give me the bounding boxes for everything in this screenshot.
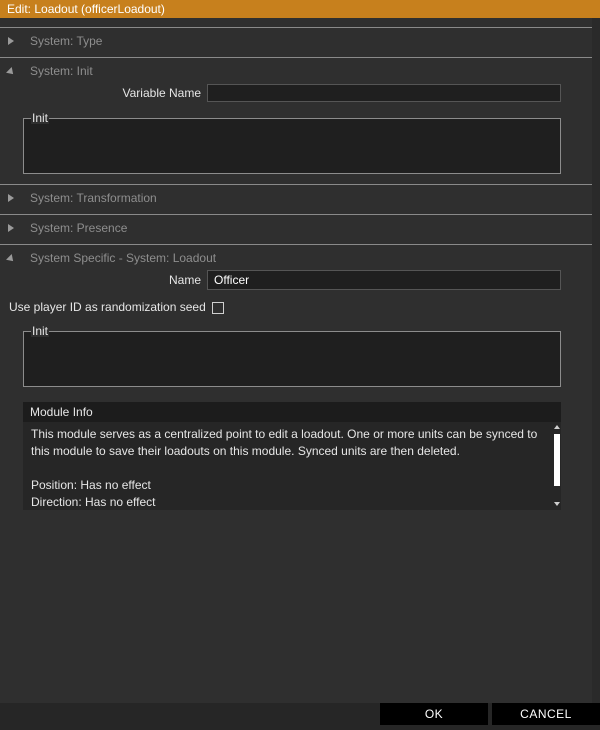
module-info-text: This module serves as a centralized poin… [31,427,538,509]
loadout-name-label: Name [168,273,201,287]
loadout-init-group-label: Init [31,324,50,338]
module-info-panel: Module Info This module serves as a cent… [23,402,561,510]
expand-arrow-icon [8,194,14,202]
collapse-arrow-icon [6,254,16,264]
scroll-thumb[interactable] [554,434,560,486]
scroll-down-arrow-icon[interactable] [554,502,560,506]
window-title: Edit: Loadout (officerLoadout) [0,0,600,18]
loadout-name-input[interactable]: Officer [207,270,561,290]
seed-checkbox[interactable] [212,302,224,314]
section-header-transformation[interactable]: System: Transformation [0,184,592,210]
module-info-scrollbar[interactable] [553,422,561,508]
loadout-init-code-field[interactable]: Init [23,325,561,387]
section-header-type[interactable]: System: Type [0,27,592,53]
section-label-type: System: Type [30,34,103,48]
variable-name-label: Variable Name [122,86,201,100]
collapse-arrow-icon [6,67,16,77]
section-header-presence[interactable]: System: Presence [0,214,592,240]
expand-arrow-icon [8,37,14,45]
right-edge [592,18,600,703]
scroll-up-arrow-icon[interactable] [554,425,560,429]
init-code-field[interactable]: Init [23,112,561,174]
variable-name-input[interactable] [207,84,561,102]
init-group-label: Init [31,111,50,125]
module-info-header: Module Info [23,402,561,422]
cancel-button[interactable]: CANCEL [492,703,600,725]
section-label-transformation: System: Transformation [30,191,157,205]
ok-button[interactable]: OK [380,703,488,725]
section-label-loadout: System Specific - System: Loadout [30,251,217,265]
section-header-loadout[interactable]: System Specific - System: Loadout [0,244,592,270]
expand-arrow-icon [8,224,14,232]
section-label-init: System: Init [30,64,93,78]
section-header-init[interactable]: System: Init [0,57,592,83]
seed-label: Use player ID as randomization seed [9,300,206,314]
section-label-presence: System: Presence [30,221,128,235]
